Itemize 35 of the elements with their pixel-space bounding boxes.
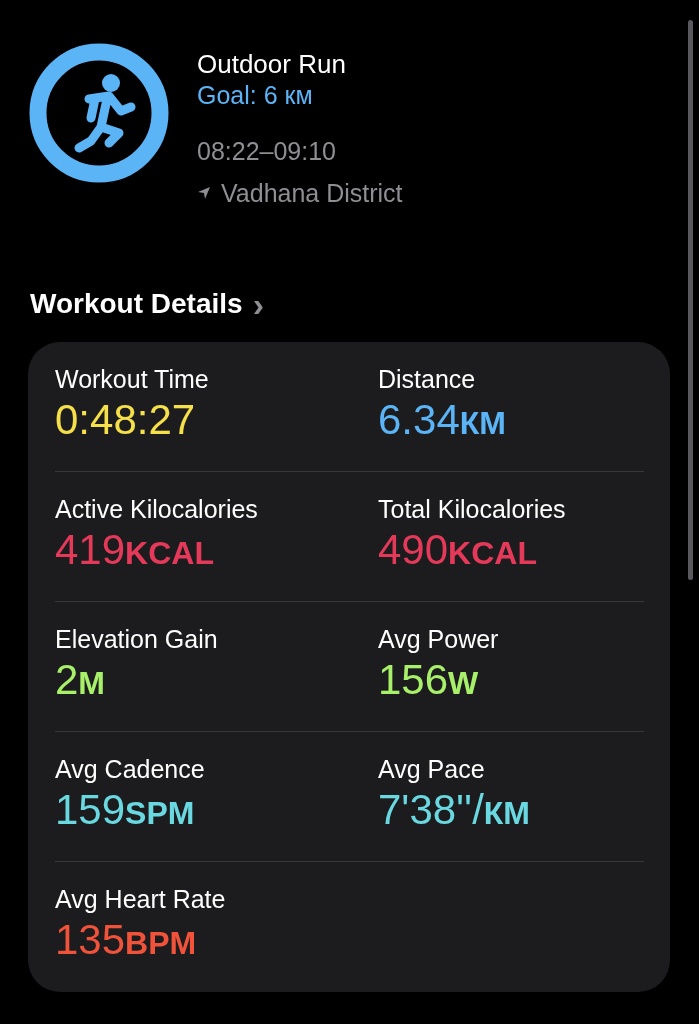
metric-label: Avg Cadence: [55, 754, 206, 784]
metric-label: Distance: [378, 364, 477, 394]
workout-title: Outdoor Run: [197, 49, 347, 79]
chevron-icon[interactable]: ›: [252, 289, 264, 319]
location-arrow-icon: [197, 186, 211, 200]
time-range: 08:22–09:10: [197, 136, 338, 166]
metric-unit: KCAL: [448, 535, 537, 572]
metric-label: Total Kilocalories: [378, 494, 567, 524]
metric-value: 0:48:27: [55, 396, 196, 444]
metric-unit: SPM: [125, 795, 195, 832]
metric-value: 159: [55, 786, 126, 834]
metric-label: Avg Heart Rate: [55, 884, 227, 914]
metric-unit: КМ: [483, 795, 530, 832]
metric-label: Workout Time: [55, 364, 210, 394]
metric-label: Elevation Gain: [55, 624, 219, 654]
metric-value: 7'38''/: [378, 786, 484, 834]
metric-value: 6.34: [378, 396, 460, 444]
metric-unit: М: [78, 665, 105, 702]
metric-label: Avg Power: [378, 624, 500, 654]
metric-unit: W: [448, 665, 479, 702]
running-figure-ring-icon: [29, 43, 169, 183]
metric-unit: KCAL: [125, 535, 214, 572]
metric-label: Active Kilocalories: [55, 494, 259, 524]
section-title: Workout Details: [30, 288, 243, 320]
metric-value: 135: [55, 916, 126, 964]
metric-value: 156: [378, 656, 449, 704]
metric-value: 490: [378, 526, 449, 574]
metric-value: 419: [55, 526, 126, 574]
metric-value: 2: [55, 656, 79, 704]
metric-unit: КМ: [459, 405, 506, 442]
location-text: Vadhana District: [221, 178, 403, 208]
goal-text: Goal: 6 км: [197, 80, 314, 111]
workout-details-card[interactable]: Workout Time 0:48:27 Distance 6.34КМ Active Kilocalories 419KCAL Total Kilocalories 490KCAL Elevation Gain 2М Avg Power 156W Avg Cadence 159SPM Avg Pace 7'38''/КМ Avg Heart Rate 135BPM: [28, 342, 670, 992]
metric-label: Avg Pace: [378, 754, 486, 784]
metric-unit: BPM: [125, 925, 197, 962]
